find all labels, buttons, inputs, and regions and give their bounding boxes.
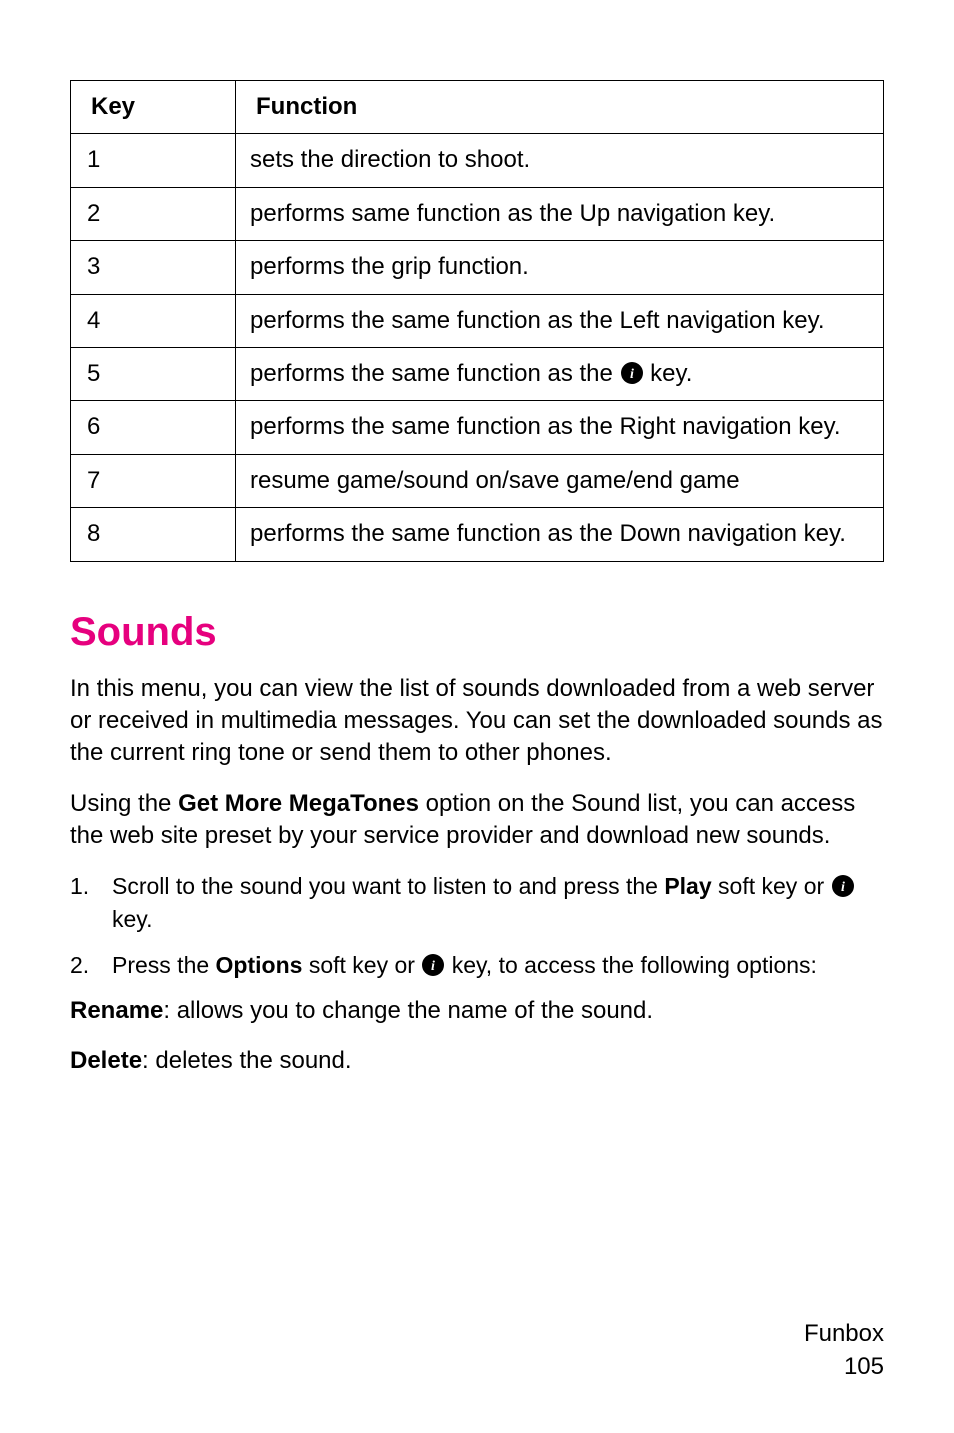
table-row: 7 resume game/sound on/save game/end gam…	[71, 454, 884, 507]
table-row: 3 performs the grip function.	[71, 241, 884, 294]
paragraph-getmore: Using the Get More MegaTones option on t…	[70, 788, 884, 853]
section-heading-sounds: Sounds	[70, 610, 884, 655]
table-cell-function: sets the direction to shoot.	[236, 134, 884, 187]
table-cell-function: performs the same function as the Right …	[236, 401, 884, 454]
table-header-function: Function	[236, 81, 884, 134]
ok-icon: i	[831, 874, 855, 898]
footer-section-name: Funbox	[804, 1318, 884, 1350]
table-cell-key: 7	[71, 454, 236, 507]
ok-icon: i	[620, 361, 644, 385]
svg-text:i: i	[630, 367, 634, 382]
paragraph-delete: Delete: deletes the sound.	[70, 1045, 884, 1077]
key-function-table: Key Function 1 sets the direction to sho…	[70, 80, 884, 562]
table-row: 1 sets the direction to shoot.	[71, 134, 884, 187]
instruction-list: 1. Scroll to the sound you want to liste…	[70, 870, 884, 981]
table-cell-key: 6	[71, 401, 236, 454]
table-cell-key: 4	[71, 294, 236, 347]
table-cell-function: performs the same function as the i key.	[236, 347, 884, 400]
svg-text:i: i	[841, 880, 845, 895]
paragraph-rename: Rename: allows you to change the name of…	[70, 995, 884, 1027]
table-header-key: Key	[71, 81, 236, 134]
table-row: 8 performs the same function as the Down…	[71, 508, 884, 561]
list-item: 2. Press the Options soft key or i key, …	[70, 949, 884, 981]
list-item: 1. Scroll to the sound you want to liste…	[70, 870, 884, 934]
table-cell-function: performs same function as the Up navigat…	[236, 187, 884, 240]
table-cell-key: 5	[71, 347, 236, 400]
table-row: 5 performs the same function as the i ke…	[71, 347, 884, 400]
table-cell-function: performs the same function as the Left n…	[236, 294, 884, 347]
table-row: 4 performs the same function as the Left…	[71, 294, 884, 347]
table-cell-key: 3	[71, 241, 236, 294]
table-cell-function: performs the grip function.	[236, 241, 884, 294]
table-cell-key: 2	[71, 187, 236, 240]
svg-text:i: i	[431, 959, 435, 974]
table-cell-key: 1	[71, 134, 236, 187]
paragraph-intro: In this menu, you can view the list of s…	[70, 673, 884, 770]
page-footer: Funbox 105	[804, 1318, 884, 1383]
ok-icon: i	[421, 953, 445, 977]
table-row: 2 performs same function as the Up navig…	[71, 187, 884, 240]
table-row: 6 performs the same function as the Righ…	[71, 401, 884, 454]
table-cell-function: resume game/sound on/save game/end game	[236, 454, 884, 507]
footer-page-number: 105	[804, 1351, 884, 1383]
table-cell-key: 8	[71, 508, 236, 561]
table-cell-function: performs the same function as the Down n…	[236, 508, 884, 561]
